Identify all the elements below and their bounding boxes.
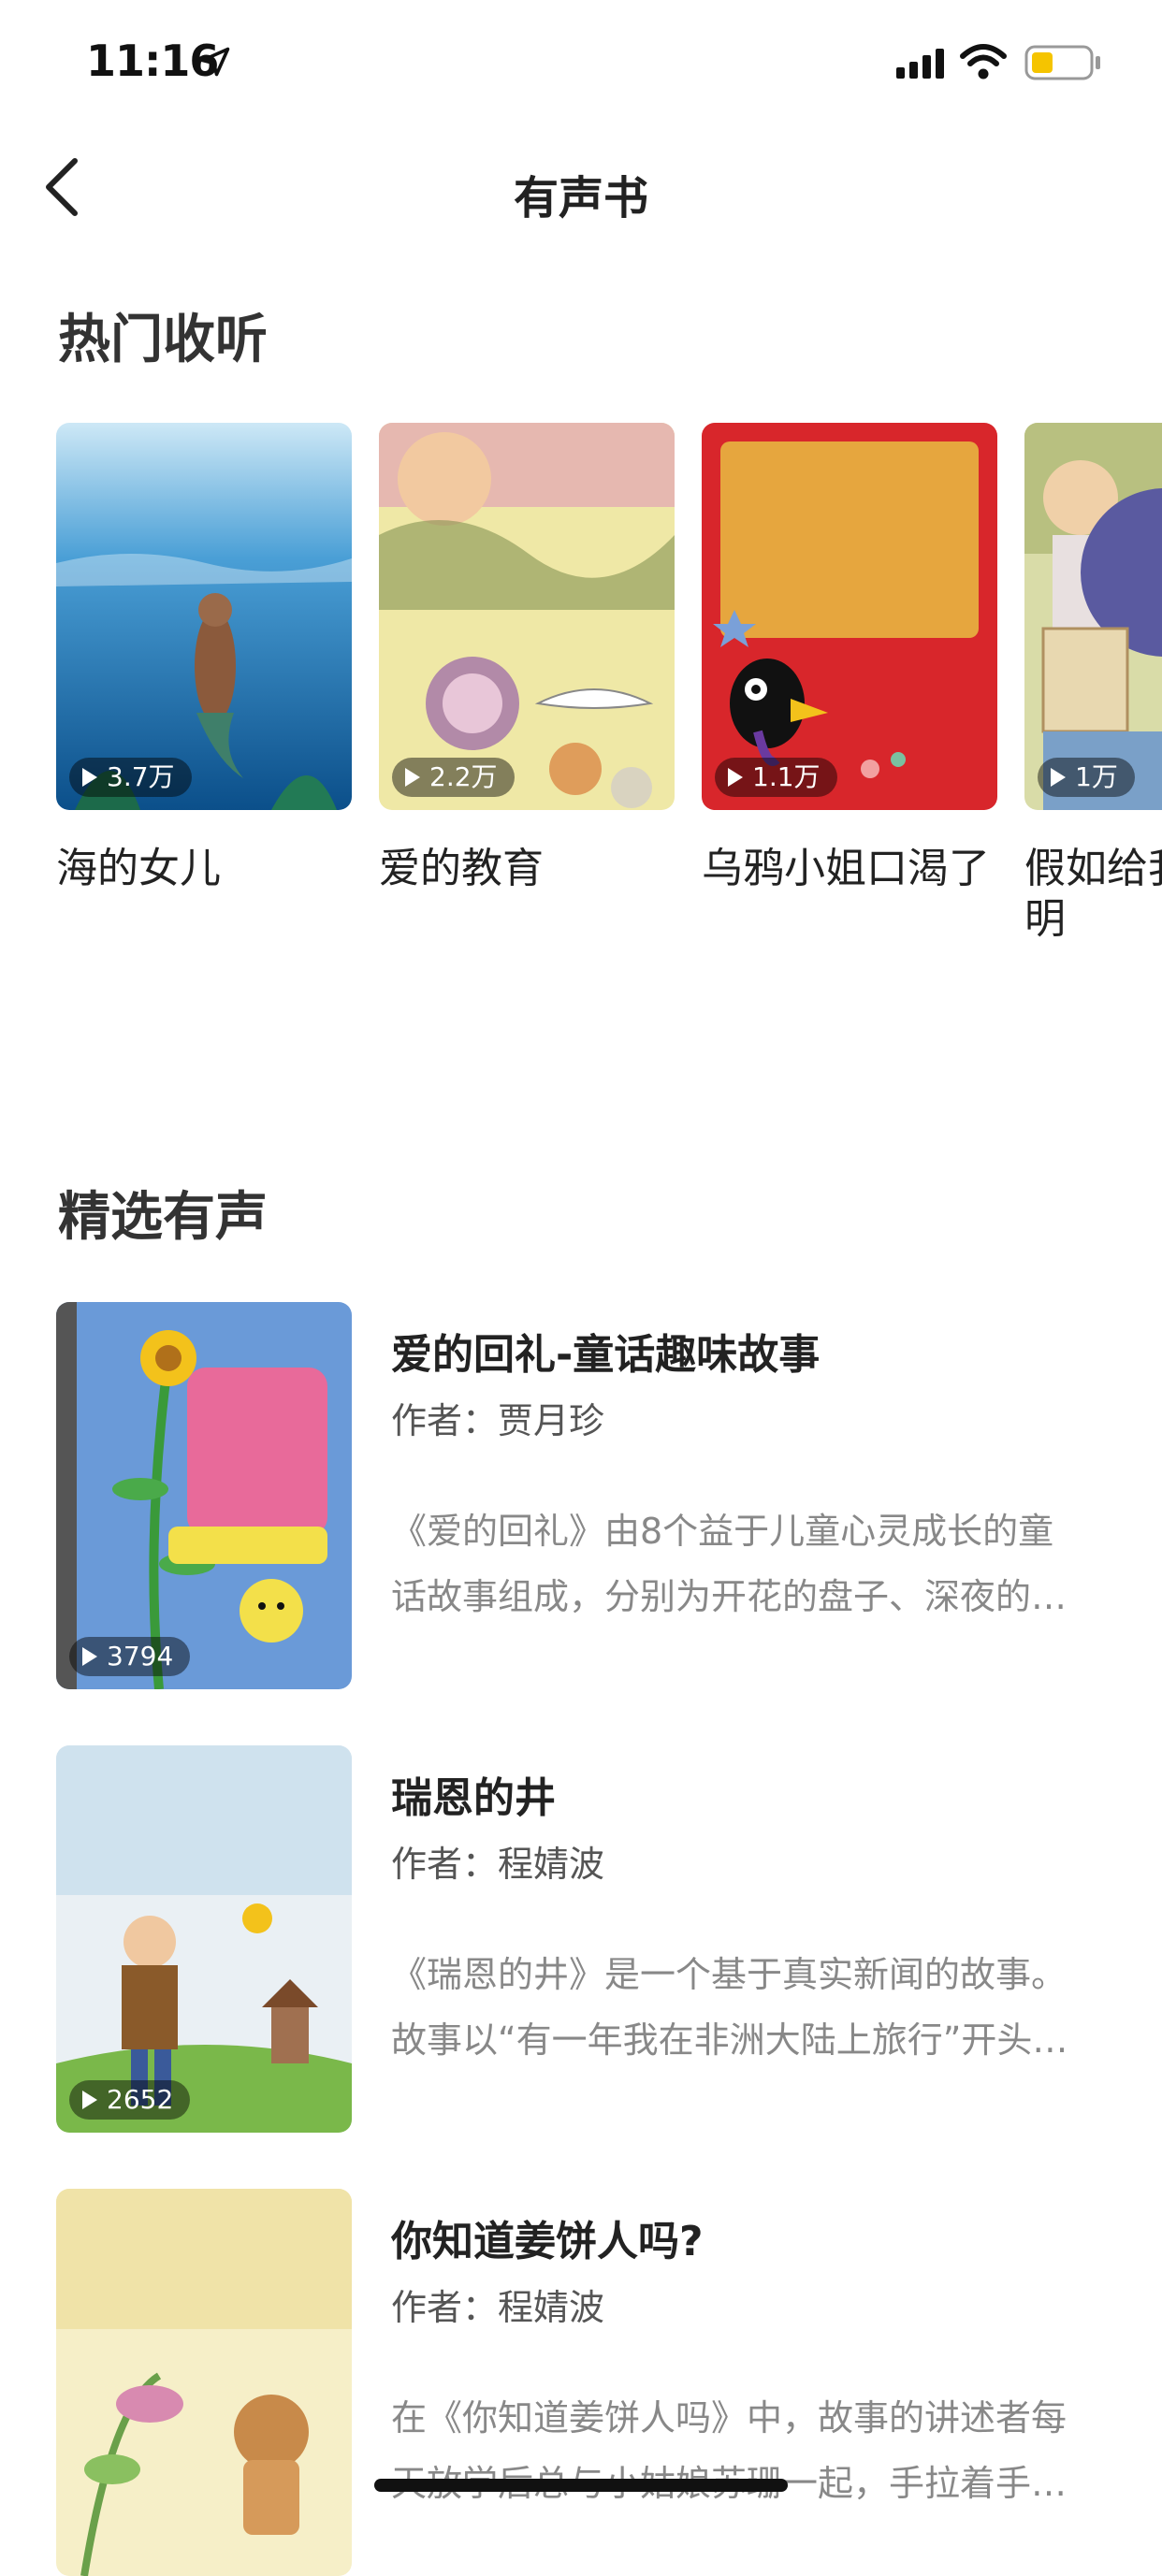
featured-item-author: 作者：程婧波 [391,1844,605,1885]
description-line: 故事以“有一年我在非洲大陆上旅行”开头… [391,2019,1068,2061]
hot-carousel[interactable]: 3.7万 海的女儿 2.2万 爱的教育 1.1万 乌鸦小姐口渴了 1万 假如给 … [56,423,1162,947]
location-arrow-icon [200,47,230,77]
featured-item-3[interactable]: 你知道姜饼人吗? 作者：程婧波 在《你知道姜饼人吗》中，故事的讲述者每 天放学后… [56,2189,1104,2576]
featured-item-1[interactable]: 3794 爱的回礼-童话趣味故事 作者：贾月珍 《爱的回礼》由8个益于儿童心灵成… [56,1302,1104,1689]
play-count-badge: 2652 [69,2080,191,2120]
play-icon [405,768,420,787]
play-count: 3794 [107,1641,174,1672]
description-line: 《爱的回礼》由8个益于儿童心灵成长的童 [391,1511,1054,1552]
play-count-badge: 1万 [1038,758,1135,797]
play-count: 2.2万 [429,761,498,792]
play-count: 1万 [1075,761,1118,792]
play-icon [82,1647,97,1666]
featured-item-description: 《爱的回礼》由8个益于儿童心灵成长的童 话故事组成，分别为开花的盘子、深夜的… [391,1498,1158,1629]
play-count-badge: 3.7万 [69,758,192,797]
description-line: 话故事组成，分别为开花的盘子、深夜的… [391,1576,1068,1617]
description-line: 《瑞恩的井》是一个基于真实新闻的故事。 [391,1954,1068,1995]
play-count-badge: 2.2万 [392,758,515,797]
featured-item-author: 作者：程婧波 [391,2287,605,2328]
hot-item-title: 海的女儿 [56,845,221,892]
hot-item-2[interactable]: 2.2万 爱的教育 [379,423,675,894]
play-count: 2652 [107,2084,174,2115]
book-cover: 3794 [56,1302,352,1689]
description-line: 在《你知道姜饼人吗》中，故事的讲述者每 [391,2397,1068,2439]
hot-item-4[interactable]: 1万 假如给我三天光明 [1024,423,1162,945]
book-cover: 2652 [56,1745,352,2133]
play-icon [82,768,97,787]
play-count: 3.7万 [107,761,175,792]
featured-section-heading: 精选有声 [58,1187,268,1248]
hot-item-3[interactable]: 1.1万 乌鸦小姐口渴了 [702,423,997,894]
play-count-badge: 3794 [69,1637,191,1676]
book-cover [56,2189,352,2576]
status-bar: 11:16 [0,0,1162,126]
nav-bar: 有声书 [0,140,1162,234]
play-icon [728,768,743,787]
play-icon [82,2091,97,2109]
hot-item-title: 爱的教育 [379,845,544,892]
hot-item-title: 假如给我三天光明 [1024,845,1162,943]
play-count-badge: 1.1万 [715,758,837,797]
hot-item-title: 乌鸦小姐口渴了 [702,845,990,892]
page-title: 有声书 [513,172,648,224]
play-icon [1051,768,1066,787]
featured-item-description: 在《你知道姜饼人吗》中，故事的讲述者每 天放学后总与小姑娘苏珊一起，手拉着手… [391,2385,1158,2516]
hot-section-heading: 热门收听 [58,310,268,370]
book-cover: 1万 [1024,423,1162,810]
play-count: 1.1万 [752,761,821,792]
signal-icon [896,49,944,79]
wifi-icon [960,44,1007,80]
home-indicator[interactable] [374,2479,788,2492]
featured-item-title: 你知道姜饼人吗? [391,2218,704,2265]
featured-item-author: 作者：贾月珍 [391,1400,605,1441]
battery-icon [1024,45,1100,80]
featured-item-description: 《瑞恩的井》是一个基于真实新闻的故事。 故事以“有一年我在非洲大陆上旅行”开头… [391,1942,1158,2073]
hot-item-1[interactable]: 3.7万 海的女儿 [56,423,352,894]
featured-item-title: 瑞恩的井 [391,1774,556,1822]
book-cover: 3.7万 [56,423,352,810]
book-cover: 1.1万 [702,423,997,810]
featured-item-title: 爱的回礼-童话趣味故事 [391,1331,821,1379]
book-cover: 2.2万 [379,423,675,810]
featured-item-2[interactable]: 2652 瑞恩的井 作者：程婧波 《瑞恩的井》是一个基于真实新闻的故事。 故事以… [56,1745,1104,2133]
